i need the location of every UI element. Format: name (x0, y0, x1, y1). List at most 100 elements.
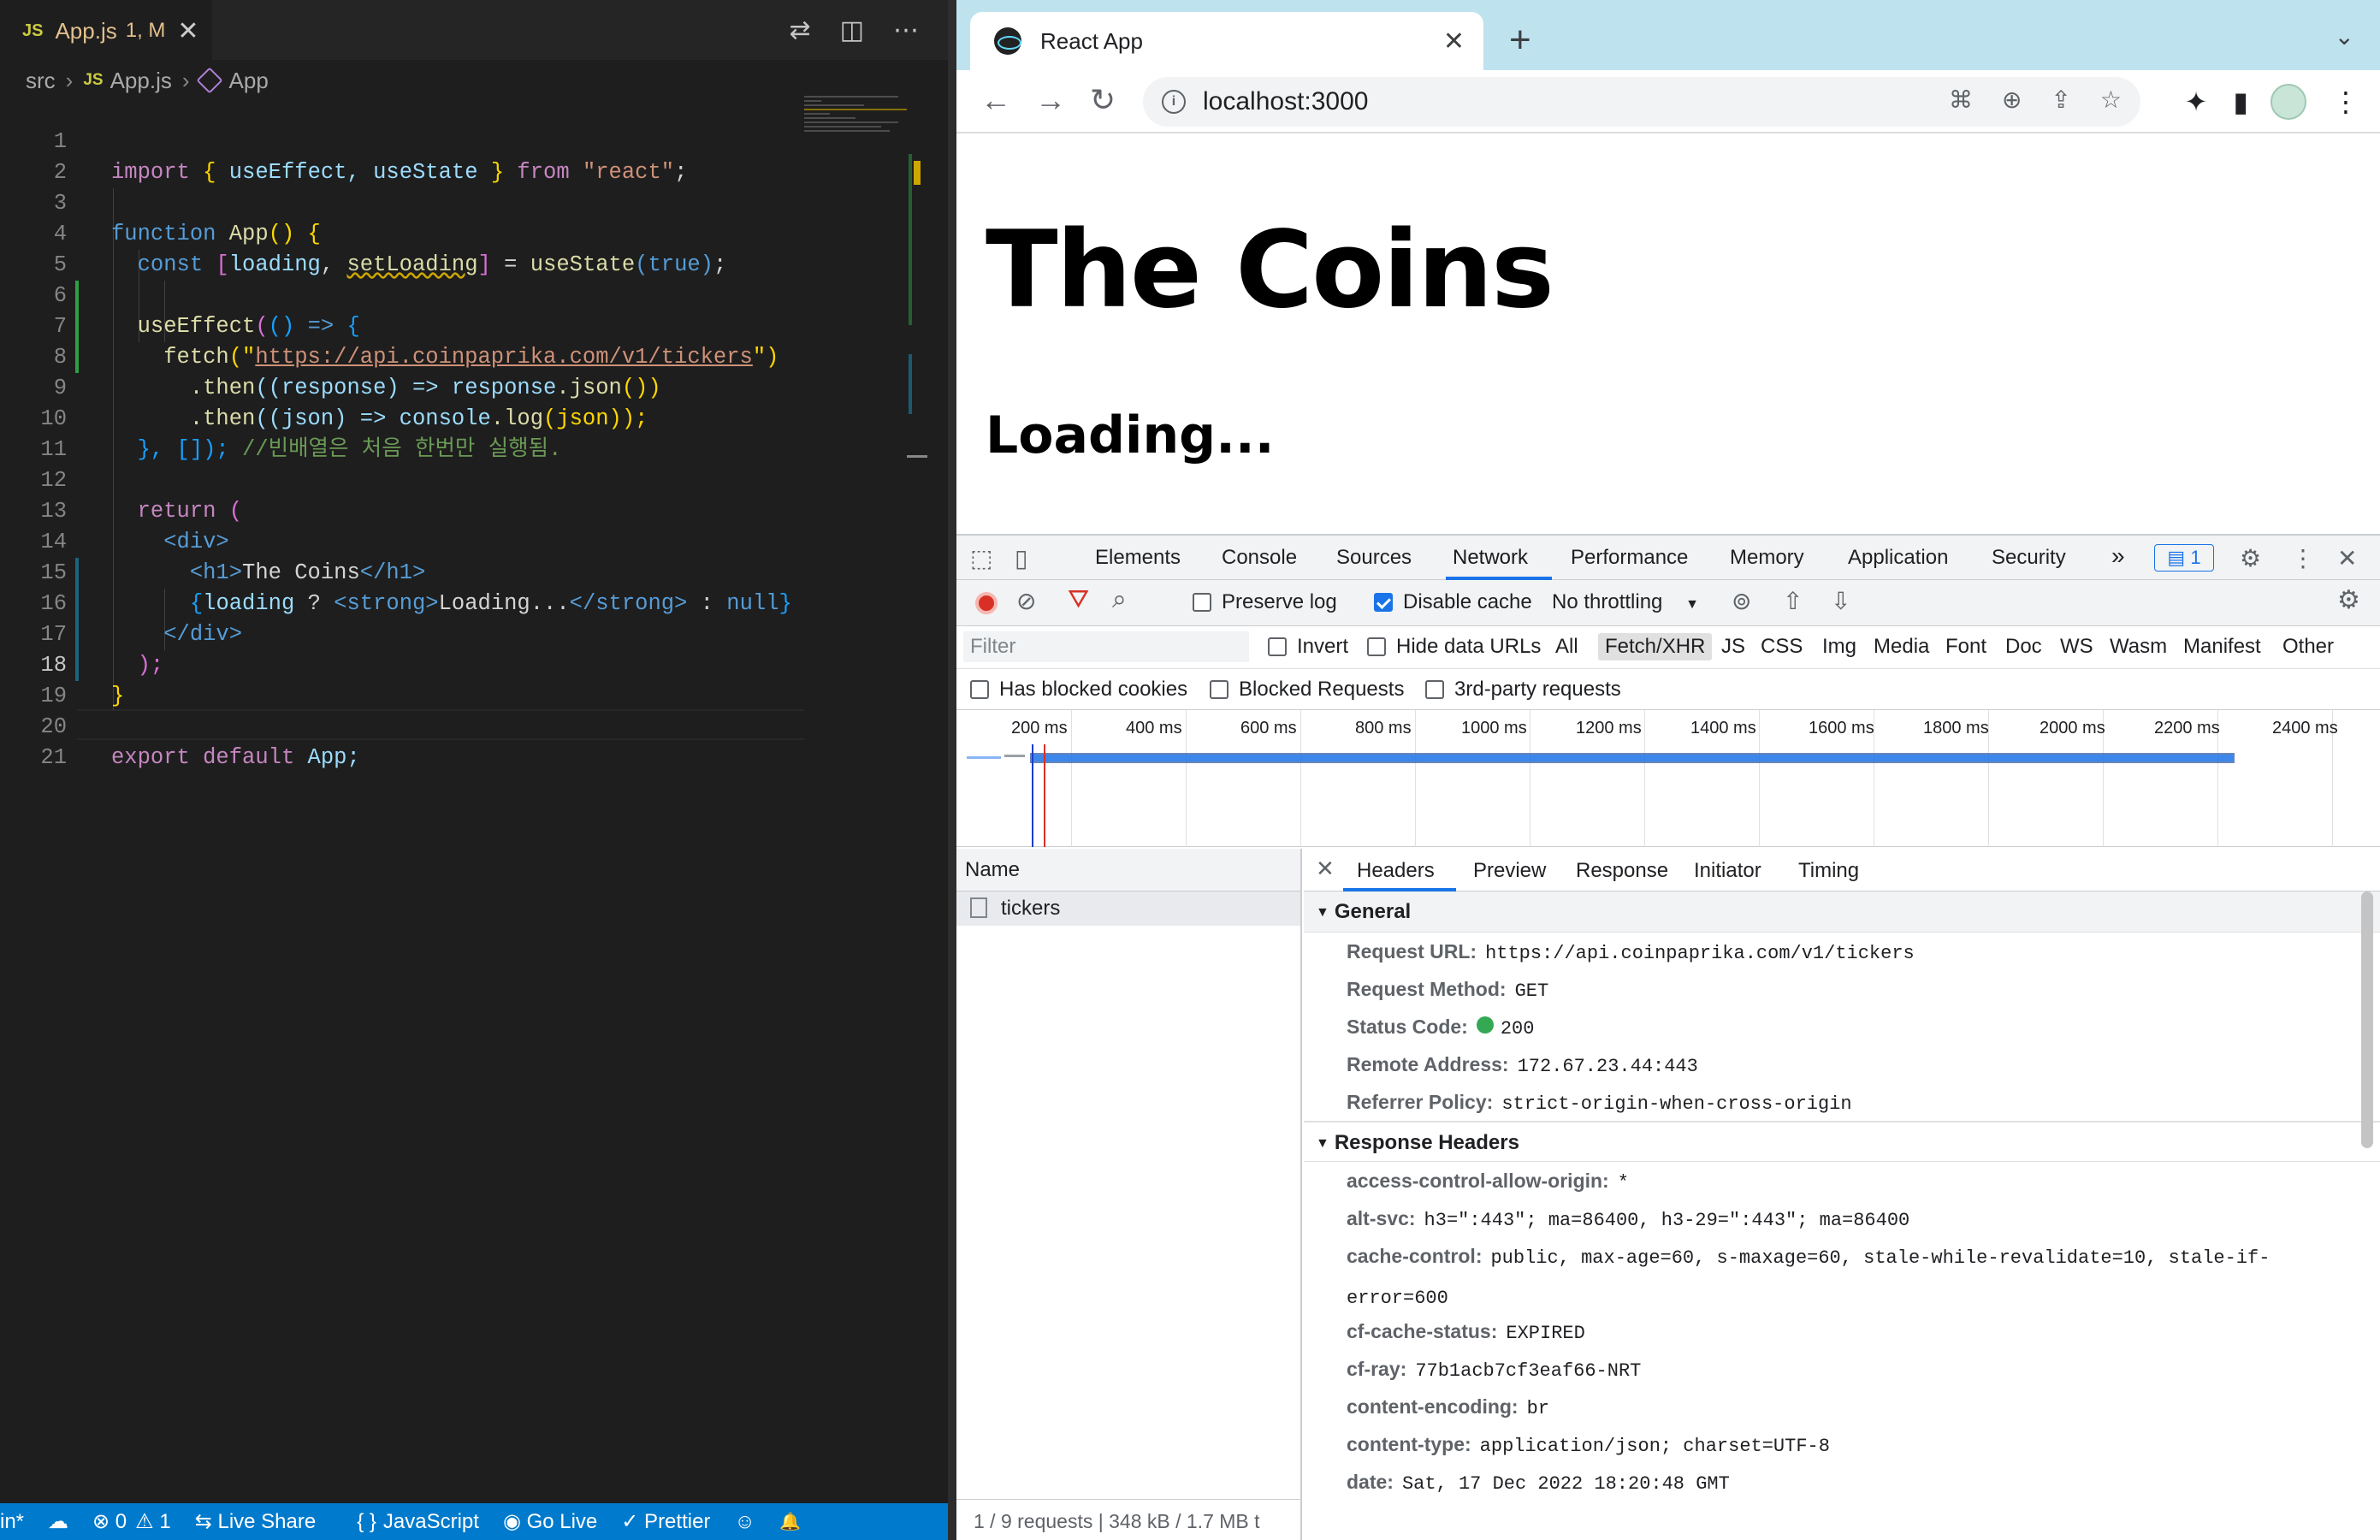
has-blocked-cookies-checkbox[interactable]: Has blocked cookies (970, 678, 1187, 702)
filter-type-css[interactable]: CSS (1761, 635, 1803, 659)
inspect-element-icon[interactable]: ⬚ (970, 544, 992, 572)
address-bar[interactable]: i localhost:3000 ⌘ ⊕ ⇪ ☆ (1143, 77, 2140, 127)
general-section-header[interactable]: ▼ General (1304, 891, 2380, 933)
editor-tab-app-js[interactable]: JS App.js 1, M ✕ (0, 0, 212, 60)
network-timeline-overview[interactable]: 200 ms 400 ms 600 ms 800 ms 1000 ms 1200… (956, 710, 2380, 847)
tab-memory[interactable]: Memory (1730, 546, 1804, 570)
details-scrollbar[interactable] (2361, 891, 2373, 1148)
translate-icon[interactable]: ⌘ (1949, 86, 1973, 114)
filter-type-other[interactable]: Other (2282, 635, 2334, 659)
invert-checkbox[interactable]: Invert (1268, 635, 1348, 659)
filter-type-manifest[interactable]: Manifest (2183, 635, 2261, 659)
bell-icon[interactable]: 🔔 (779, 1511, 801, 1532)
third-party-requests-checkbox[interactable]: 3rd-party requests (1425, 678, 1621, 702)
split-editor-icon[interactable]: ◫ (840, 15, 864, 45)
code-editor[interactable]: 1 import { useEffect, useState } from "r… (0, 96, 948, 1503)
tab-preview[interactable]: Preview (1473, 859, 1546, 883)
remote-indicator[interactable]: in* (0, 1510, 24, 1534)
request-row-tickers[interactable]: tickers (956, 891, 1300, 926)
tab-sources[interactable]: Sources (1336, 546, 1412, 570)
close-icon[interactable]: ✕ (1316, 856, 1335, 882)
extensions-icon[interactable]: ✦ (2185, 86, 2208, 118)
minimap[interactable] (804, 96, 915, 173)
live-share-button[interactable]: ⇆ Live Share (195, 1509, 317, 1534)
share-icon[interactable]: ⇪ (2051, 86, 2070, 114)
tab-elements[interactable]: Elements (1095, 546, 1181, 570)
language-mode[interactable]: JavaScript (383, 1510, 479, 1534)
network-settings-icon[interactable]: ⚙ (2337, 585, 2360, 615)
more-actions-icon[interactable]: ⋯ (893, 15, 919, 45)
settings-gear-icon[interactable]: ⚙ (2240, 544, 2261, 572)
chrome-menu-icon[interactable]: ⋮ (2332, 86, 2359, 118)
tab-headers[interactable]: Headers (1357, 859, 1435, 883)
tab-console[interactable]: Console (1222, 546, 1297, 570)
filter-type-fetch-xhr[interactable]: Fetch/XHR (1598, 633, 1713, 660)
filter-type-media[interactable]: Media (1874, 635, 1929, 659)
bookmark-star-icon[interactable]: ☆ (2100, 86, 2122, 114)
tab-search-icon[interactable]: ⌄ (2335, 22, 2354, 50)
record-button[interactable] (975, 592, 998, 614)
close-devtools-icon[interactable]: ✕ (2337, 544, 2357, 572)
forward-button[interactable]: → (1035, 82, 1066, 118)
filter-type-wasm[interactable]: Wasm (2110, 635, 2167, 659)
hide-data-urls-checkbox[interactable]: Hide data URLs (1367, 635, 1541, 659)
response-headers-section-header[interactable]: ▼ Response Headers (1304, 1121, 2380, 1162)
device-toolbar-icon[interactable]: ▯ (1015, 544, 1027, 572)
tab-network[interactable]: Network (1453, 546, 1528, 570)
clear-icon[interactable]: ⊘ (1016, 587, 1036, 615)
side-panel-icon[interactable]: ▮ (2233, 86, 2248, 118)
back-button[interactable]: ← (980, 82, 1011, 118)
network-conditions-icon[interactable]: ⊚ (1732, 587, 1751, 615)
browser-tab-react-app[interactable]: React App ✕ (970, 12, 1483, 70)
new-tab-button[interactable]: + (1509, 19, 1531, 62)
go-live-button[interactable]: ◉ Go Live (503, 1509, 597, 1534)
filter-type-font[interactable]: Font (1945, 635, 1986, 659)
search-icon[interactable]: ⌕ (1112, 585, 1127, 614)
reload-button[interactable]: ↻ (1090, 82, 1116, 118)
import-har-icon[interactable]: ⇧ (1783, 587, 1803, 615)
problems-warnings[interactable]: ⚠ 1 (135, 1509, 171, 1534)
preserve-log-checkbox[interactable]: Preserve log (1193, 590, 1337, 614)
problems-errors[interactable]: ⊗ 0 (92, 1509, 127, 1534)
timeline-tick: 800 ms (1355, 719, 1412, 737)
zoom-icon[interactable]: ⊕ (2002, 86, 2022, 114)
name-column-header[interactable]: Name (956, 849, 1300, 891)
url-text[interactable]: localhost:3000 (1203, 87, 1368, 116)
filter-type-js[interactable]: JS (1721, 635, 1745, 659)
tab-initiator[interactable]: Initiator (1694, 859, 1761, 883)
disable-cache-checkbox[interactable]: Disable cache (1374, 590, 1532, 614)
profile-avatar[interactable] (2270, 84, 2306, 120)
export-har-icon[interactable]: ⇩ (1831, 587, 1850, 615)
site-info-icon[interactable]: i (1162, 90, 1186, 114)
compare-changes-icon[interactable]: ⇄ (790, 15, 811, 45)
editor-scrollbar[interactable] (907, 154, 927, 1497)
throttling-select[interactable]: No throttling ▼ (1552, 590, 1699, 614)
symbol-icon (195, 67, 223, 94)
breadcrumb-symbol[interactable]: App (229, 68, 269, 94)
network-summary: 1 / 9 requests | 348 kB / 1.7 MB t (956, 1499, 1302, 1540)
feedback-icon[interactable]: ☺ (734, 1510, 755, 1534)
tab-timing[interactable]: Timing (1798, 859, 1859, 883)
prettier-button[interactable]: ✓ Prettier (621, 1509, 710, 1534)
filter-type-all[interactable]: All (1555, 635, 1578, 659)
tab-response[interactable]: Response (1576, 859, 1668, 883)
filter-type-ws[interactable]: WS (2060, 635, 2093, 659)
breadcrumb-folder[interactable]: src (26, 68, 56, 94)
messages-badge[interactable]: ▤ 1 (2154, 544, 2214, 572)
tab-application[interactable]: Application (1848, 546, 1948, 570)
sync-icon[interactable]: ☁ (48, 1509, 68, 1534)
filter-type-img[interactable]: Img (1822, 635, 1856, 659)
tab-security[interactable]: Security (1992, 546, 2066, 570)
filter-input[interactable]: Filter (963, 631, 1249, 662)
window-divider[interactable] (948, 0, 956, 1540)
filter-icon[interactable]: ⛛ (1068, 585, 1089, 614)
more-options-icon[interactable]: ⋮ (2291, 544, 2315, 572)
code-line: 15 {loading ? <strong>Loading...</strong… (40, 560, 792, 616)
filter-type-doc[interactable]: Doc (2005, 635, 2042, 659)
tab-performance[interactable]: Performance (1571, 546, 1688, 570)
close-icon[interactable]: ✕ (1443, 27, 1465, 56)
close-icon[interactable]: ✕ (177, 16, 198, 46)
breadcrumb-file[interactable]: App.js (110, 68, 172, 94)
more-tabs-icon[interactable]: » (2111, 542, 2125, 570)
blocked-requests-checkbox[interactable]: Blocked Requests (1210, 678, 1404, 702)
